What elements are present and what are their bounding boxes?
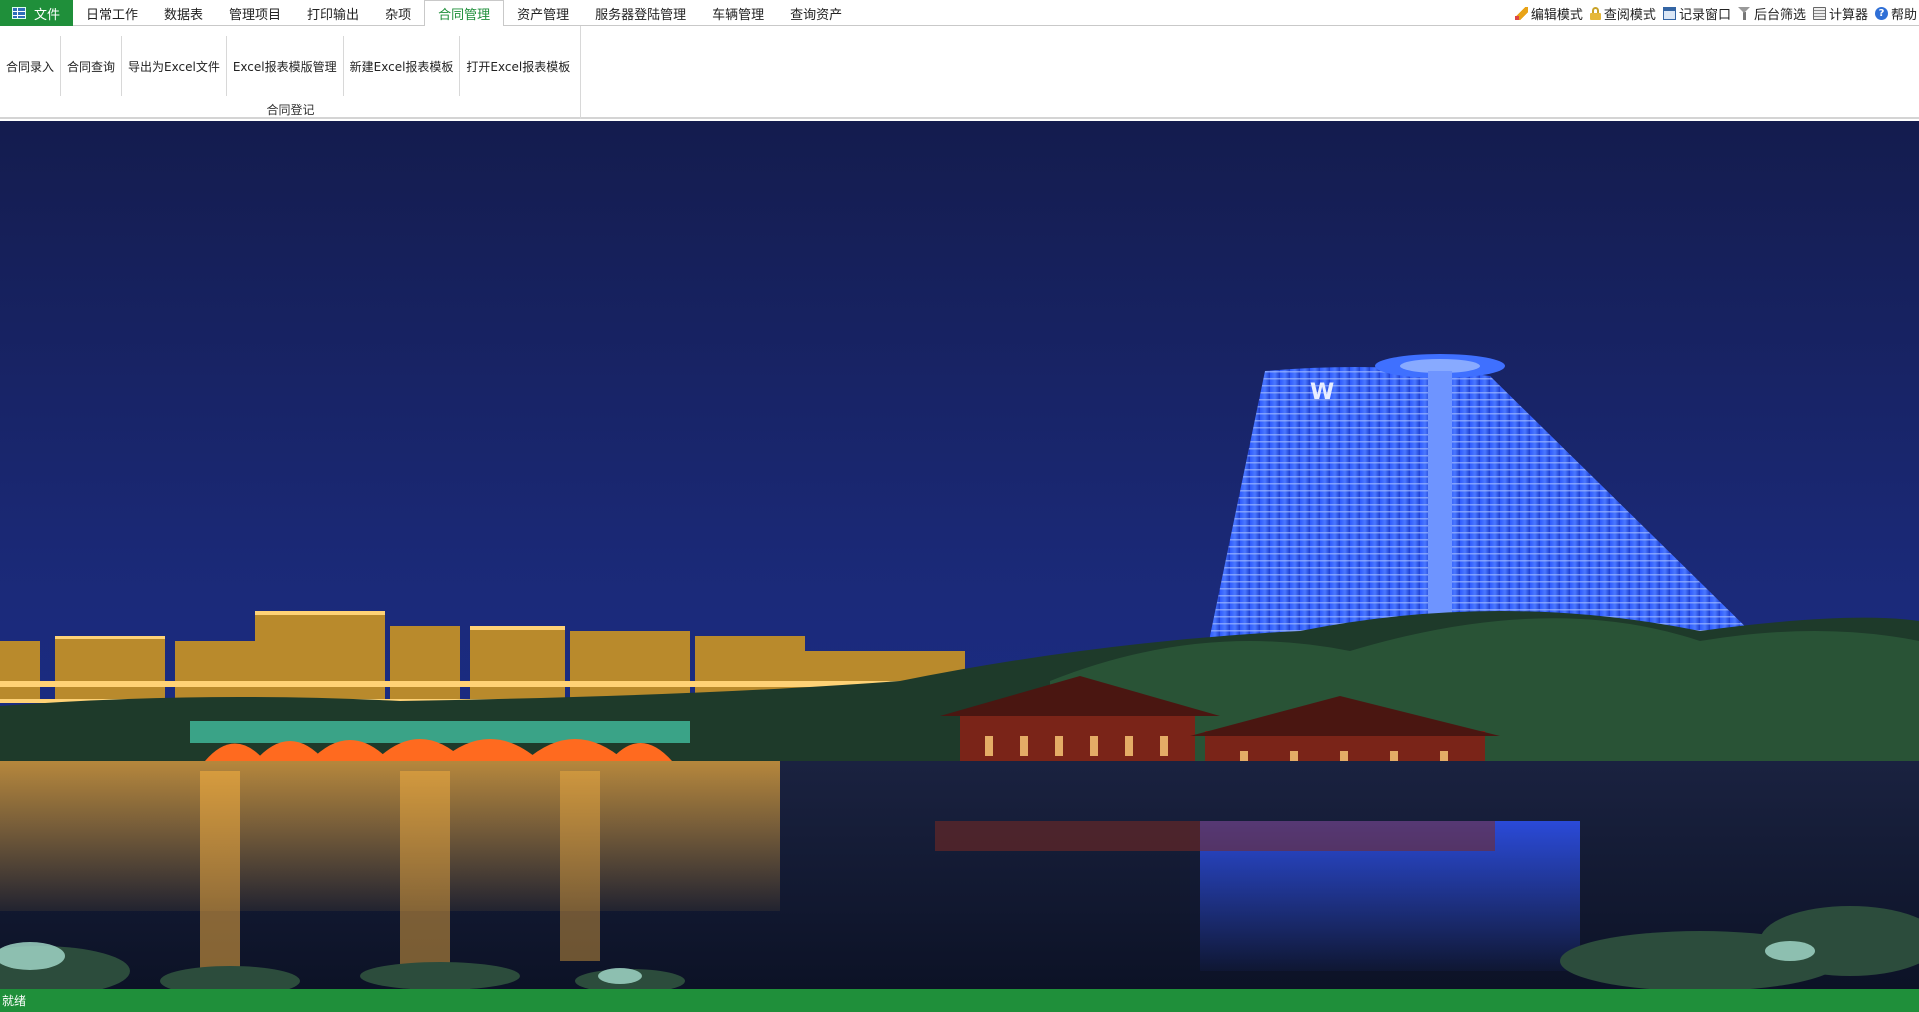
calculator-label: 计算器 <box>1828 7 1868 23</box>
table-icon <box>12 7 26 19</box>
backend-filter-label: 后台筛选 <box>1753 7 1806 23</box>
help-label: 帮助 <box>1890 7 1917 23</box>
calculator-icon <box>1812 6 1826 20</box>
status-bar: 就绪 <box>0 989 1919 1012</box>
ribbon-group-contract-registration: 合同录入 合同查询 导出为Excel文件 Excel报表模版管理 新建Excel… <box>0 26 581 119</box>
status-text: 就绪 <box>2 994 27 1008</box>
ribbon-tabs: 日常工作 数据表 管理项目 打印输出 杂项 合同管理 资产管理 服务器登陆管理 … <box>73 0 855 27</box>
night-cityscape-image: W <box>0 121 1919 989</box>
menu-tab-bar: 文件 日常工作 数据表 管理项目 打印输出 杂项 合同管理 资产管理 服务器登陆… <box>0 0 1919 27</box>
view-mode-button[interactable]: 查阅模式 <box>1589 4 1656 23</box>
open-excel-template-button[interactable]: 打开Excel报表模板 <box>460 36 576 96</box>
tab-query-assets[interactable]: 查询资产 <box>777 0 855 26</box>
tab-contract-management[interactable]: 合同管理 <box>424 0 505 27</box>
record-window-button[interactable]: 记录窗口 <box>1662 4 1731 23</box>
edit-mode-button[interactable]: 编辑模式 <box>1514 4 1583 23</box>
contract-entry-button[interactable]: 合同录入 <box>0 36 62 96</box>
tab-label: 数据表 <box>164 7 204 23</box>
sign-letter: W <box>1310 380 1334 405</box>
contract-query-button[interactable]: 合同查询 <box>61 36 123 96</box>
file-tab[interactable]: 文件 <box>0 0 73 26</box>
export-excel-button[interactable]: 导出为Excel文件 <box>122 36 227 96</box>
tab-manage-projects[interactable]: 管理项目 <box>216 0 294 26</box>
pencil-icon <box>1514 6 1528 20</box>
quick-tools: 编辑模式 查阅模式 记录窗口 后台筛选 计算器 ? 帮助 <box>1514 0 1917 26</box>
backend-filter-button[interactable]: 后台筛选 <box>1737 4 1806 23</box>
tab-label: 车辆管理 <box>712 7 765 23</box>
tab-label: 资产管理 <box>517 7 570 23</box>
ribbon-panel: 合同录入 合同查询 导出为Excel文件 Excel报表模版管理 新建Excel… <box>0 26 1919 119</box>
tab-data-table[interactable]: 数据表 <box>151 0 216 26</box>
ribbon-buttons: 合同录入 合同查询 导出为Excel文件 Excel报表模版管理 新建Excel… <box>0 36 576 96</box>
file-tab-label: 文件 <box>34 7 61 23</box>
ribbon-group-label: 合同登记 <box>266 103 315 117</box>
tab-label: 管理项目 <box>229 7 282 23</box>
lock-icon <box>1589 6 1601 20</box>
tab-label: 合同管理 <box>438 8 491 23</box>
tab-daily-work[interactable]: 日常工作 <box>73 0 151 26</box>
calculator-button[interactable]: 计算器 <box>1812 4 1868 23</box>
record-window-label: 记录窗口 <box>1678 7 1731 23</box>
tab-vehicle-management[interactable]: 车辆管理 <box>699 0 777 26</box>
tab-misc[interactable]: 杂项 <box>372 0 424 26</box>
tab-label: 查询资产 <box>790 7 843 23</box>
help-button[interactable]: ? 帮助 <box>1874 4 1917 23</box>
new-excel-template-button[interactable]: 新建Excel报表模板 <box>344 36 461 96</box>
tab-server-login-management[interactable]: 服务器登陆管理 <box>582 0 699 26</box>
tab-label: 打印输出 <box>307 7 360 23</box>
edit-mode-label: 编辑模式 <box>1530 7 1583 23</box>
tab-label: 日常工作 <box>86 7 139 23</box>
help-icon: ? <box>1874 6 1888 20</box>
tab-label: 杂项 <box>385 7 412 23</box>
excel-template-manage-button[interactable]: Excel报表模版管理 <box>227 36 344 96</box>
tab-label: 服务器登陆管理 <box>595 7 687 23</box>
filter-icon <box>1737 6 1751 20</box>
view-mode-label: 查阅模式 <box>1603 7 1656 23</box>
tab-print-output[interactable]: 打印输出 <box>294 0 372 26</box>
window-icon <box>1662 6 1676 20</box>
tab-asset-management[interactable]: 资产管理 <box>504 0 582 26</box>
